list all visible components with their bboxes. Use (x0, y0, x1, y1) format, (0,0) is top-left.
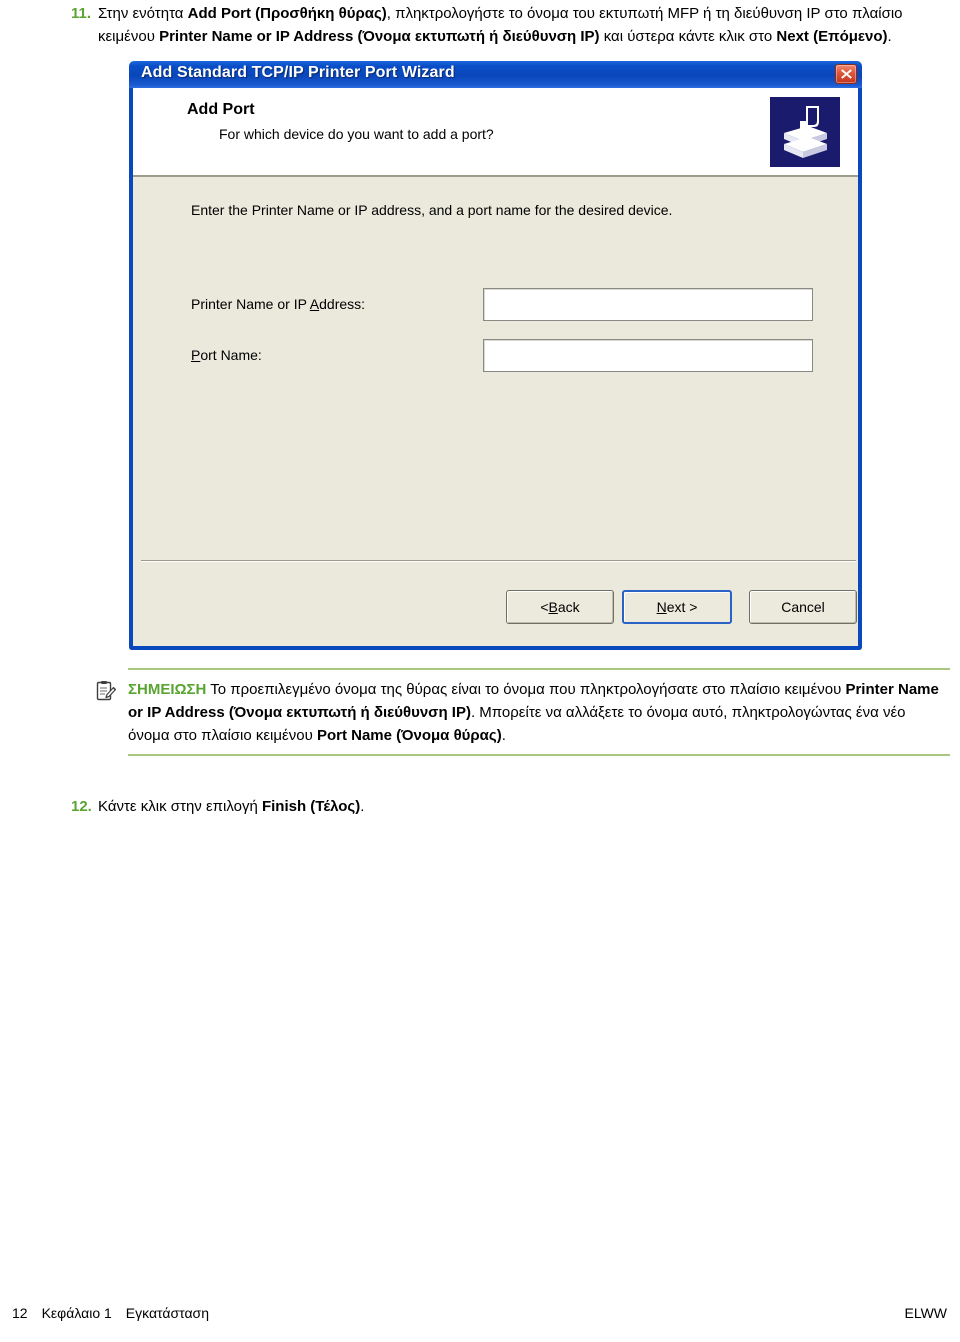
note-label: ΣΗΜΕΙΩΣΗ (128, 681, 207, 698)
next-button[interactable]: Next > (622, 590, 732, 624)
step-item-12: 12. Κάντε κλικ στην επιλογή Finish (Τέλο… (60, 795, 950, 818)
dialog-subheading: For which device do you want to add a po… (219, 126, 494, 142)
footer-left: 12 Κεφάλαιο 1 Εγκατάσταση (12, 1305, 209, 1321)
close-icon[interactable] (835, 64, 857, 84)
printer-icon (770, 97, 840, 167)
footer-chapter: Κεφάλαιο 1 (41, 1305, 112, 1321)
cancel-button[interactable]: Cancel (749, 590, 857, 624)
printer-name-input[interactable] (483, 288, 813, 321)
back-button[interactable]: < Back (506, 590, 614, 624)
page-footer: 12 Κεφάλαιο 1 Εγκατάσταση ELWW (0, 1305, 960, 1329)
footer-section: Εγκατάσταση (125, 1305, 209, 1321)
note-text: ΣΗΜΕΙΩΣΗ Το προεπιλεγμένο όνομα της θύρα… (128, 678, 950, 747)
dialog-button-row: < Back Next > Cancel (133, 590, 858, 624)
step-number: 12. (71, 798, 92, 815)
add-port-wizard-dialog: Add Standard TCP/IP Printer Port Wizard … (129, 61, 862, 650)
step-number: 11. (71, 5, 92, 22)
page-number: 12 (12, 1305, 28, 1321)
dialog-separator (141, 560, 856, 562)
note-block: ΣΗΜΕΙΩΣΗ Το προεπιλεγμένο όνομα της θύρα… (96, 668, 950, 756)
dialog-title: Add Standard TCP/IP Printer Port Wizard (141, 64, 455, 81)
step-item-11: 11. Στην ενότητα Add Port (Προσθήκη θύρα… (60, 2, 950, 48)
port-name-input[interactable] (483, 339, 813, 372)
note-body: Το προεπιλεγμένο όνομα της θύρας είναι τ… (128, 681, 939, 744)
step-text: Στην ενότητα Add Port (Προσθήκη θύρας), … (98, 5, 903, 45)
note-clipboard-icon (95, 680, 117, 702)
port-name-label: Port Name: (191, 347, 262, 363)
footer-right-code: ELWW (904, 1305, 947, 1321)
printer-name-field-row: Printer Name or IP Address: (191, 288, 821, 321)
dialog-titlebar[interactable]: Add Standard TCP/IP Printer Port Wizard (129, 61, 862, 88)
dialog-heading: Add Port (187, 101, 255, 118)
step-text: Κάντε κλικ στην επιλογή Finish (Τέλος). (98, 798, 365, 815)
printer-name-label: Printer Name or IP Address: (191, 296, 366, 312)
dialog-instruction: Enter the Printer Name or IP address, an… (191, 202, 673, 218)
dialog-header: Add Port For which device do you want to… (133, 88, 858, 177)
port-name-field-row: Port Name: (191, 339, 821, 372)
